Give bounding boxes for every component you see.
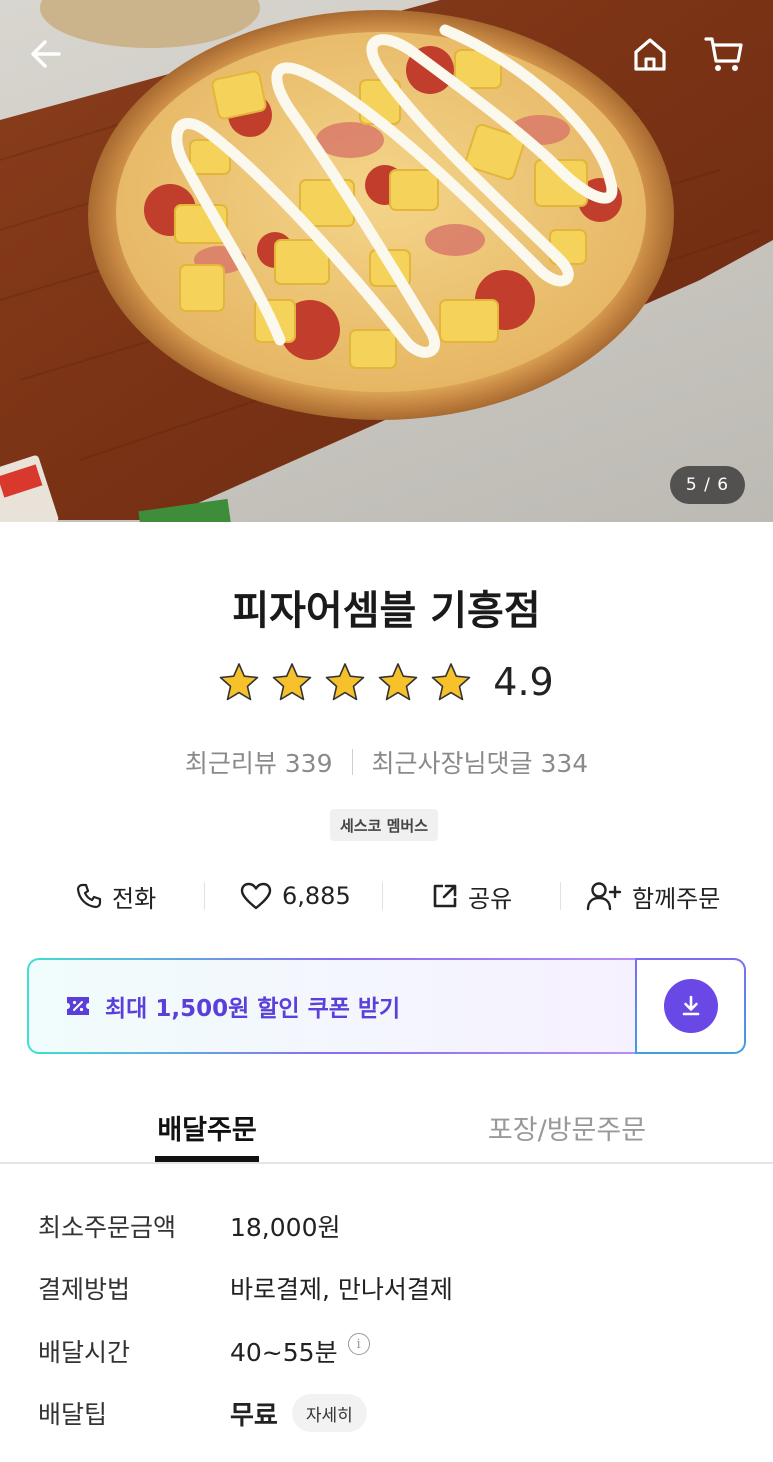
heart-icon <box>240 882 272 910</box>
star-icon <box>431 663 471 701</box>
like-count: 6,885 <box>282 882 351 910</box>
delivery-time-value: 40~55분 <box>230 1338 338 1367</box>
tab-pickup-label: 포장/방문주문 <box>487 1115 647 1146</box>
divider <box>560 882 561 910</box>
share-icon <box>433 884 457 908</box>
back-arrow-icon <box>31 40 61 68</box>
tab-active-indicator <box>155 1156 259 1162</box>
min-order-row: 최소주문금액 18,000원 <box>38 1206 738 1246</box>
coupon-text: 최대 1,500원 할인 쿠폰 받기 <box>105 996 401 1022</box>
delivery-tip-value: 무료 <box>230 1400 278 1431</box>
tab-delivery[interactable]: 배달주문 <box>155 1094 259 1162</box>
rating-value: 4.9 <box>493 660 554 704</box>
delivery-time-row: 배달시간 40~55분 i <box>38 1331 738 1371</box>
star-icon <box>378 663 418 701</box>
delivery-time-value-wrap: 40~55분 i <box>230 1333 370 1369</box>
tip-detail-button[interactable]: 자세히 <box>291 1394 367 1432</box>
image-pager: 5 / 6 <box>670 466 745 504</box>
order-type-tabs: 배달주문 포장/방문주문 <box>0 1094 773 1164</box>
star-icon <box>272 663 312 701</box>
like-button[interactable]: 6,885 <box>240 870 351 922</box>
payment-label: 결제방법 <box>38 1275 131 1304</box>
delivery-tip-row: 배달팁 무료 자세히 <box>38 1393 738 1433</box>
download-icon <box>682 995 699 1016</box>
home-button[interactable] <box>624 28 676 80</box>
tab-delivery-label: 배달주문 <box>157 1115 257 1146</box>
share-button[interactable]: 공유 <box>432 870 512 922</box>
star-rating <box>219 662 471 702</box>
action-bar: 전화 6,885 공유 함께주문 <box>0 870 773 922</box>
back-button[interactable] <box>20 28 72 80</box>
payment-row: 결제방법 바로결제, 만나서결제 <box>38 1268 738 1308</box>
coupon-banner: 최대 1,500원 할인 쿠폰 받기 <box>27 958 746 1054</box>
review-counts: 최근리뷰 339 최근사장님댓글 334 <box>0 744 773 780</box>
call-label: 전화 <box>112 884 157 913</box>
owner-replies-link[interactable]: 최근사장님댓글 334 <box>372 744 589 780</box>
coupon-icon <box>67 997 89 1015</box>
divider <box>382 882 383 910</box>
recent-reviews-link[interactable]: 최근리뷰 339 <box>185 744 333 780</box>
coupon-download-button[interactable] <box>635 958 746 1054</box>
share-label: 공유 <box>468 884 513 913</box>
delivery-tip-value-wrap: 무료 자세히 <box>230 1394 367 1432</box>
info-icon[interactable]: i <box>347 1333 370 1355</box>
group-order-label: 함께주문 <box>632 884 721 913</box>
rating-row[interactable]: 4.9 <box>0 660 773 704</box>
download-circle <box>663 979 718 1033</box>
cesco-member-badge: 세스코 멤버스 <box>330 809 439 841</box>
min-order-label: 최소주문금액 <box>38 1213 177 1242</box>
group-order-button[interactable]: 함께주문 <box>586 870 720 922</box>
coupon-main[interactable]: 최대 1,500원 할인 쿠폰 받기 <box>27 958 637 1054</box>
store-name: 피자어셈블 기흥점 <box>232 588 541 634</box>
add-person-icon <box>586 882 622 911</box>
divider <box>351 749 353 775</box>
star-icon <box>219 663 259 701</box>
delivery-time-label: 배달시간 <box>38 1338 131 1367</box>
delivery-tip-label: 배달팁 <box>38 1400 108 1429</box>
hero-image[interactable]: 5 / 6 <box>0 0 773 522</box>
home-icon <box>634 38 666 71</box>
cart-button[interactable] <box>698 28 750 80</box>
star-icon <box>325 663 365 701</box>
tab-pickup[interactable]: 포장/방문주문 <box>482 1094 652 1162</box>
phone-icon <box>76 883 102 909</box>
divider <box>204 882 205 910</box>
payment-value: 바로결제, 만나서결제 <box>230 1275 453 1304</box>
call-button[interactable]: 전화 <box>76 870 156 922</box>
cart-icon <box>704 37 743 71</box>
min-order-value: 18,000원 <box>230 1213 341 1242</box>
